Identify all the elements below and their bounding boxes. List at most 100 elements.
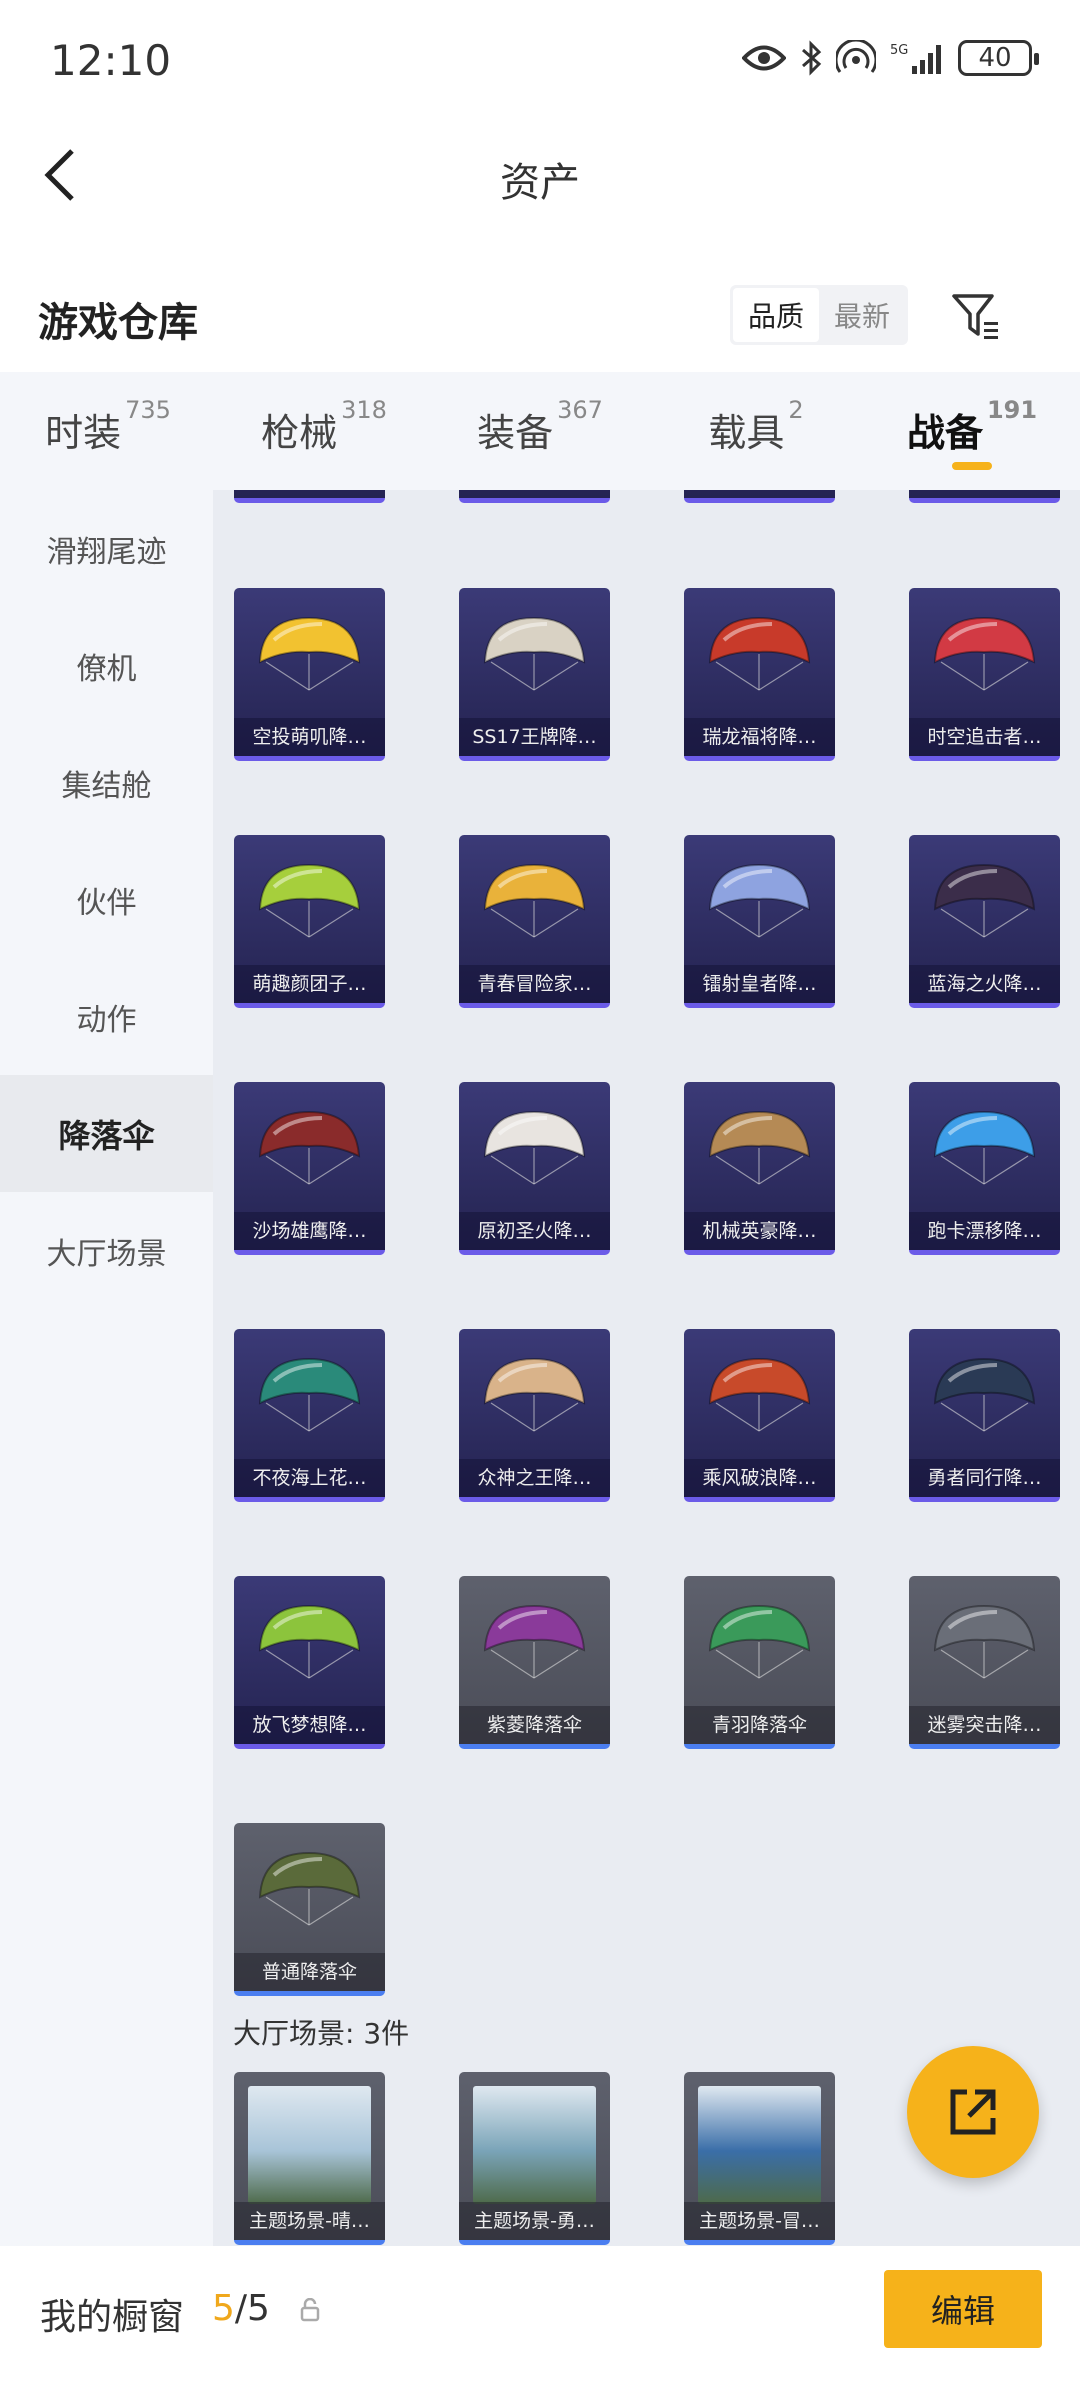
parachute-icon [708,1357,811,1432]
lobby-scene-card[interactable]: 主题场景-冒… [684,2072,835,2245]
sidebar-item-companion[interactable]: 伙伴 [0,841,213,958]
battery-icon: 40 [958,40,1039,76]
scene-name: 主题场景-勇… [459,2202,610,2240]
parachute-icon [708,1604,811,1679]
parachute-name: 跑卡漂移降… [909,1212,1060,1250]
page-title: 资产 [500,160,580,206]
parachute-name: 众神之王降… [459,1459,610,1497]
sidebar-item-assembly-pod[interactable]: 集结舱 [0,724,213,841]
parachute-icon [258,616,361,691]
parachute-card[interactable]: 迷雾突击降… [909,1576,1060,1749]
parachute-icon [258,1851,361,1926]
parachute-card[interactable]: 瑞龙福将降… [684,588,835,761]
warehouse-title: 游戏仓库 [38,300,198,346]
parachute-card[interactable]: 普通降落伞 [234,1823,385,1996]
tab-count: 735 [125,396,171,424]
tab-equipment[interactable]: 装备367 [432,372,648,490]
parachute-icon [483,1357,586,1432]
parachute-icon [483,616,586,691]
share-button[interactable] [907,2046,1039,2178]
sidebar: 滑翔尾迹 僚机 集结舱 伙伴 动作 降落伞 大厅场景 [0,490,213,2246]
parachute-card[interactable]: 青羽降落伞 [684,1576,835,1749]
tab-count: 191 [986,396,1038,424]
parachute-name: 普通降落伞 [234,1953,385,1991]
parachute-icon [933,1110,1036,1185]
sidebar-item-glide-trail[interactable]: 滑翔尾迹 [0,490,213,607]
parachute-card[interactable]: 紫菱降落伞 [459,1576,610,1749]
sort-toggle: 品质 最新 [730,285,908,345]
showcase-count: 5/5 [212,2288,270,2329]
tab-guns[interactable]: 枪械318 [216,372,432,490]
sidebar-item-emote[interactable]: 动作 [0,958,213,1075]
filter-icon [952,294,998,339]
parachute-card[interactable]: 蓝海之火降… [909,835,1060,1008]
parachute-name: 萌趣颜团子… [234,965,385,1003]
parachute-name: SS17王牌降… [459,718,610,756]
parachute-card[interactable]: SS17王牌降… [459,588,610,761]
parachute-card[interactable]: 时空追击者… [909,588,1060,761]
parachute-name: 乘风破浪降… [684,1459,835,1497]
tab-active-indicator [952,462,992,470]
tab-label: 时装 [45,411,122,455]
parachute-icon [933,616,1036,691]
parachute-name: 镭射皇者降… [684,965,835,1003]
partial-item-card[interactable] [909,490,1060,503]
parachute-card[interactable]: 青春冒险家… [459,835,610,1008]
edit-button[interactable]: 编辑 [884,2270,1042,2348]
sidebar-item-lobby-scene[interactable]: 大厅场景 [0,1192,213,1309]
parachute-name: 放飞梦想降… [234,1706,385,1744]
parachute-icon [258,863,361,938]
partial-item-card[interactable] [234,490,385,503]
parachute-card[interactable]: 原初圣火降… [459,1082,610,1255]
parachute-card[interactable]: 空投萌叽降… [234,588,385,761]
partial-item-card[interactable] [684,490,835,503]
filter-button[interactable] [948,288,1004,344]
tab-battle-gear[interactable]: 战备191 [864,372,1080,490]
showcase-total: /5 [234,2288,270,2329]
parachute-card[interactable]: 勇者同行降… [909,1329,1060,1502]
parachute-card[interactable]: 众神之王降… [459,1329,610,1502]
share-icon [950,2089,996,2135]
parachute-name: 不夜海上花… [234,1459,385,1497]
warehouse-header: 游戏仓库 品质 最新 [0,270,1080,360]
parachute-icon [708,616,811,691]
tab-label: 载具 [708,411,785,455]
parachute-icon [933,1604,1036,1679]
parachute-name: 青羽降落伞 [684,1706,835,1744]
hotspot-icon [836,40,876,73]
status-bar: 12:10 5G 40 [0,0,1080,120]
lobby-scene-card[interactable]: 主题场景-晴… [234,2072,385,2245]
parachute-card[interactable]: 放飞梦想降… [234,1576,385,1749]
lock-icon [300,2298,320,2322]
tab-count: 318 [341,396,387,424]
tab-costume[interactable]: 时装735 [0,372,216,490]
parachute-card[interactable]: 跑卡漂移降… [909,1082,1060,1255]
parachute-icon [708,1110,811,1185]
parachute-card[interactable]: 萌趣颜团子… [234,835,385,1008]
parachute-name: 勇者同行降… [909,1459,1060,1497]
parachute-icon [933,1357,1036,1432]
sidebar-item-parachute[interactable]: 降落伞 [0,1075,213,1192]
lobby-scene-section-label: 大厅场景: 3件 [233,2017,410,2050]
bottom-bar: 我的橱窗 5/5 编辑 [0,2246,1080,2381]
sort-newest-button[interactable]: 最新 [819,288,905,342]
parachute-icon [258,1604,361,1679]
parachute-name: 瑞龙福将降… [684,718,835,756]
item-grid: 大厅场景: 3件 空投萌叽降… SS17王牌降… 瑞龙福将降… 时空追击者… 萌趣颜团子… [213,490,1080,2246]
parachute-card[interactable]: 机械英豪降… [684,1082,835,1255]
tab-vehicles[interactable]: 载具2 [648,372,864,490]
sidebar-item-wingman[interactable]: 僚机 [0,607,213,724]
parachute-name: 原初圣火降… [459,1212,610,1250]
parachute-card[interactable]: 不夜海上花… [234,1329,385,1502]
parachute-card[interactable]: 沙场雄鹰降… [234,1082,385,1255]
parachute-card[interactable]: 镭射皇者降… [684,835,835,1008]
parachute-name: 蓝海之火降… [909,965,1060,1003]
category-tabs: 时装735 枪械318 装备367 载具2 战备191 [0,372,1080,490]
lobby-scene-card[interactable]: 主题场景-勇… [459,2072,610,2245]
partial-item-card[interactable] [459,490,610,503]
sort-quality-button[interactable]: 品质 [733,288,819,342]
scene-thumbnail [698,2086,821,2204]
parachute-icon [708,863,811,938]
parachute-card[interactable]: 乘风破浪降… [684,1329,835,1502]
parachute-icon [483,863,586,938]
